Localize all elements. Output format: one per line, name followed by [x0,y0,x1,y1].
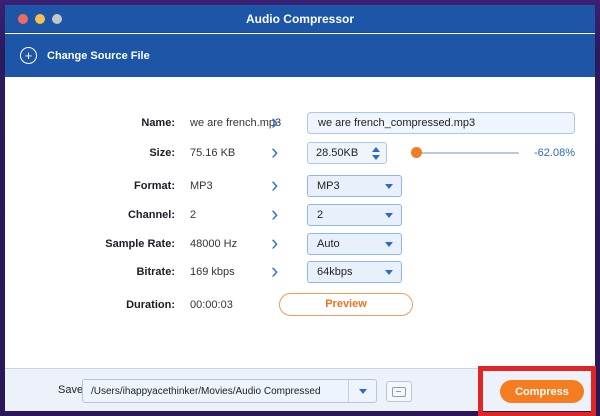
dropdown-arrow-icon [385,241,393,247]
dropdown-arrow-icon [358,388,367,394]
traffic-lights [18,14,62,24]
channel-select-value: 2 [317,209,324,221]
close-icon[interactable] [18,14,28,24]
folder-icon [392,386,406,397]
row-duration: Duration: 00:00:03 Preview [5,292,595,318]
form-area: Name: we are french.mp3 › Size: 75.16 KB… [5,77,595,368]
dropdown-arrow-icon [385,269,393,275]
header-bar: + Change Source File [5,34,595,77]
row-bitrate: Bitrate: 169 kbps › 64kbps [5,258,595,285]
sample-rate-select-value: Auto [317,238,340,250]
row-size: Size: 75.16 KB › 28.50KB -62.08% [5,139,595,166]
compress-button[interactable]: Compress [500,380,584,403]
stepper-up-icon[interactable] [372,146,380,152]
duration-label: Duration: [126,299,175,311]
source-duration-value: 00:00:03 [190,299,233,311]
preview-button[interactable]: Preview [279,293,413,316]
name-label: Name: [141,117,175,129]
plus-circle-icon: + [20,47,37,64]
sample-rate-select[interactable]: Auto [307,233,402,255]
dropdown-arrow-icon [385,212,393,218]
bitrate-label: Bitrate: [136,266,175,278]
change-source-file-label: Change Source File [47,49,150,62]
source-channel-value: 2 [190,209,197,221]
row-name: Name: we are french.mp3 › [5,109,595,136]
row-sample-rate: Sample Rate: 48000 Hz › Auto [5,230,595,257]
zoom-icon[interactable] [52,14,62,24]
chevron-right-icon: › [271,201,279,226]
browse-folder-button[interactable] [386,381,412,402]
size-label: Size: [149,147,175,159]
format-label: Format: [134,180,175,192]
source-sample-rate-value: 48000 Hz [190,238,238,250]
window-title: Audio Compressor [245,11,354,26]
target-size-value: 28.50KB [316,147,359,159]
stepper-arrows [372,146,380,160]
compression-ratio-value: -62.08% [534,147,575,159]
chevron-right-icon: › [271,109,279,134]
channel-label: Channel: [127,209,175,221]
titlebar: Audio Compressor [5,5,595,33]
audio-compressor-window: Audio Compressor + Change Source File Na… [5,5,596,416]
chevron-right-icon: › [271,172,279,197]
save-path-value: /Users/ihappyacethinker/Movies/Audio Com… [91,385,321,397]
source-bitrate-value: 169 kbps [190,266,235,278]
chevron-right-icon: › [271,230,279,255]
bitrate-select[interactable]: 64kbps [307,261,402,283]
sample-rate-label: Sample Rate: [105,238,175,250]
save-path-dropdown-button[interactable] [348,380,376,402]
chevron-right-icon: › [271,258,279,283]
channel-select[interactable]: 2 [307,204,402,226]
minimize-icon[interactable] [35,14,45,24]
row-channel: Channel: 2 › 2 [5,201,595,228]
format-select[interactable]: MP3 [307,175,402,197]
chevron-right-icon: › [271,139,279,164]
bitrate-select-value: 64kbps [317,266,353,278]
source-name-value: we are french.mp3 [190,117,282,129]
size-slider-handle[interactable] [411,147,422,158]
row-format: Format: MP3 › MP3 [5,172,595,199]
stepper-down-icon[interactable] [372,154,380,160]
size-slider-track[interactable] [417,152,519,154]
format-select-value: MP3 [317,180,340,192]
change-source-file-button[interactable]: + Change Source File [20,47,150,64]
source-size-value: 75.16 KB [190,147,236,159]
save-path-combobox[interactable]: /Users/ihappyacethinker/Movies/Audio Com… [82,379,377,403]
dropdown-arrow-icon [385,183,393,189]
source-format-value: MP3 [190,180,213,192]
output-name-input[interactable] [307,112,575,134]
target-size-stepper[interactable]: 28.50KB [307,142,387,164]
